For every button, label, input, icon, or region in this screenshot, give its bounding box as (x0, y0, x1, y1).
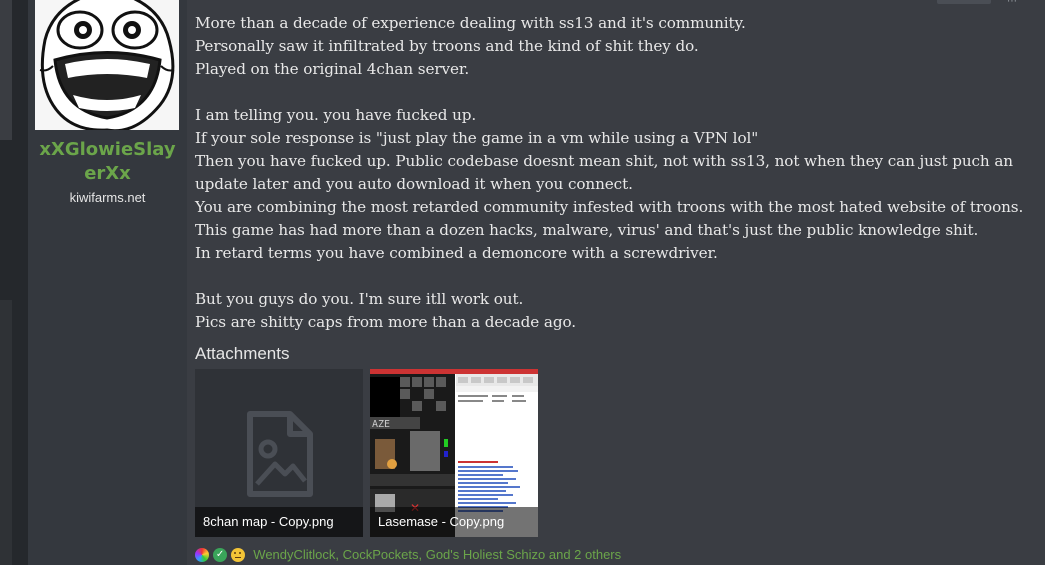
message-line: But you guys do you. I'm sure itll work … (195, 290, 524, 308)
page-left-gutter (0, 0, 28, 565)
svg-text:AZE: AZE (372, 419, 390, 430)
attachment-thumbnail[interactable]: AZE ✕ (370, 369, 538, 537)
post-body: — · ⋯ More than a decade of experience d… (187, 0, 1045, 565)
reactions-bar[interactable]: ✓ WendyClitlock, CockPockets, God's Holi… (195, 544, 621, 564)
attachments-heading: Attachments (195, 344, 290, 363)
rainbow-star-icon (195, 547, 209, 562)
message-line: Personally saw it infiltrated by troons … (195, 37, 699, 55)
check-icon: ✓ (213, 547, 228, 562)
message-line: You are combining the most retarded comm… (195, 198, 1024, 216)
message-line: This game has had more than a dozen hack… (195, 221, 979, 239)
message-line: In retard terms you have combined a demo… (195, 244, 718, 262)
attachment-filename: Lasemase - Copy.png (370, 507, 538, 537)
post-date-fragment: — · (207, 0, 237, 5)
user-sidebar: xXGlowieSlayerXx kiwifarms.net (28, 0, 187, 565)
post-message: More than a decade of experience dealing… (195, 12, 1045, 334)
message-line: More than a decade of experience dealing… (195, 14, 746, 32)
message-line: Played on the original 4chan server. (195, 60, 470, 78)
attachment-thumbnail[interactable]: 8chan map - Copy.png (195, 369, 363, 537)
reaction-users-link[interactable]: WendyClitlock, CockPockets, God's Holies… (253, 547, 621, 562)
user-title: kiwifarms.net (69, 190, 146, 205)
message-line: If your sole response is "just play the … (195, 129, 759, 147)
avatar[interactable] (35, 0, 179, 130)
post-action-button[interactable] (937, 0, 991, 4)
message-line: Then you have fucked up. Public codebase… (195, 152, 1013, 193)
message-line: I am telling you. you have fucked up. (195, 106, 477, 124)
thinking-face-icon (231, 547, 246, 562)
username-text[interactable]: xXGlowieSlayerXx (38, 138, 178, 186)
attachment-filename: 8chan map - Copy.png (195, 507, 363, 537)
trollface-avatar-image (35, 0, 179, 130)
username-link[interactable]: xXGlowieSlayerXx (28, 138, 187, 186)
share-icon[interactable]: ⋯ (1007, 0, 1021, 7)
message-line: Pics are shitty caps from more than a de… (195, 313, 576, 331)
